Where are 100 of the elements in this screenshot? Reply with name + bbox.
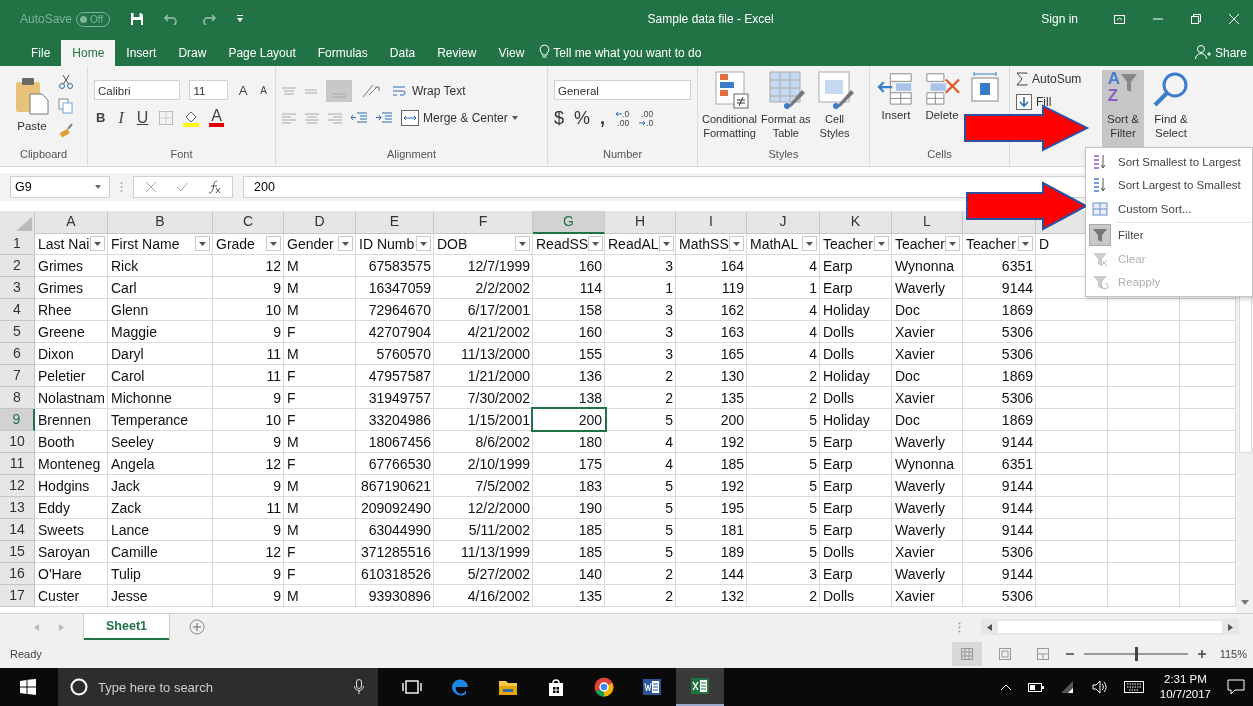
- notifications-icon[interactable]: [1227, 679, 1245, 695]
- underline-button[interactable]: U: [134, 108, 151, 127]
- restore-icon[interactable]: [1191, 14, 1201, 24]
- filter-dropdown-button[interactable]: [588, 236, 604, 251]
- column-header[interactable]: E: [356, 211, 434, 234]
- styles-button[interactable]: Cell Styles: [813, 70, 856, 148]
- comma-style-button[interactable]: ,: [600, 108, 606, 129]
- column-header[interactable]: H: [605, 211, 676, 234]
- battery-icon[interactable]: [1027, 682, 1044, 692]
- windows-start-icon[interactable]: [20, 679, 36, 695]
- row-header[interactable]: 1: [0, 233, 35, 255]
- filter-dropdown-button[interactable]: [802, 236, 817, 251]
- taskbar-search-field[interactable]: Type here to search: [58, 668, 378, 706]
- cut-icon[interactable]: [58, 74, 74, 90]
- ribbon-tab[interactable]: Review: [426, 40, 488, 66]
- taskbar-button[interactable]: [676, 668, 724, 706]
- orientation-icon[interactable]: [361, 83, 383, 99]
- scroll-down-icon[interactable]: [1241, 600, 1249, 605]
- save-icon[interactable]: [130, 12, 145, 26]
- column-header[interactable]: I: [676, 211, 747, 234]
- filter-dropdown-button[interactable]: [416, 236, 431, 251]
- zoom-level-text[interactable]: 115%: [1219, 648, 1247, 660]
- currency-button[interactable]: $: [554, 108, 564, 129]
- row-header[interactable]: 12: [0, 475, 35, 497]
- row-header[interactable]: 2: [0, 255, 35, 277]
- autosum-button[interactable]: AutoSum: [1016, 72, 1082, 86]
- column-header[interactable]: K: [820, 211, 892, 234]
- grow-font-button[interactable]: A: [236, 82, 250, 98]
- ribbon-tab[interactable]: View: [487, 40, 536, 66]
- format-cells-icon[interactable]: [968, 72, 1002, 102]
- insert-function-icon[interactable]: [208, 180, 222, 194]
- filter-dropdown-button[interactable]: [266, 236, 281, 251]
- percent-button[interactable]: %: [574, 108, 591, 129]
- filter-dropdown-button[interactable]: [874, 236, 889, 251]
- row-header[interactable]: 3: [0, 277, 35, 299]
- row-header[interactable]: 5: [0, 321, 35, 343]
- ribbon-tab[interactable]: Formulas: [306, 40, 379, 66]
- zoom-in-icon[interactable]: [1197, 650, 1206, 658]
- format-painter-icon[interactable]: [58, 122, 74, 138]
- name-box[interactable]: G9: [10, 176, 110, 198]
- scroll-right-icon[interactable]: [1228, 623, 1233, 631]
- row-header[interactable]: 11: [0, 453, 35, 475]
- row-header[interactable]: 14: [0, 519, 35, 541]
- filter-dropdown-button[interactable]: [945, 236, 960, 251]
- row-header[interactable]: 10: [0, 431, 35, 453]
- ribbon-tab[interactable]: Insert: [115, 40, 168, 66]
- filter-dropdown-button[interactable]: [658, 236, 674, 251]
- row-header[interactable]: 15: [0, 541, 35, 563]
- tell-me-field[interactable]: Tell me what you want to do: [553, 40, 702, 66]
- row-header[interactable]: 6: [0, 343, 35, 365]
- column-header[interactable]: L: [892, 211, 963, 234]
- row-header[interactable]: 8: [0, 387, 35, 409]
- filter-dropdown-button[interactable]: [338, 236, 353, 251]
- sign-in-link[interactable]: Sign in: [1041, 12, 1078, 26]
- filter-dropdown-button[interactable]: [729, 236, 744, 251]
- ribbon-display-icon[interactable]: [1114, 14, 1125, 24]
- zoom-slider-thumb[interactable]: [1134, 647, 1138, 661]
- column-header[interactable]: G: [533, 211, 605, 234]
- wifi-icon[interactable]: [1059, 680, 1076, 694]
- font-name-dropdown[interactable]: Calibri: [94, 80, 181, 100]
- font-size-dropdown[interactable]: 11: [189, 80, 228, 100]
- styles-button[interactable]: Format as Table: [760, 70, 812, 148]
- filter-dropdown-button[interactable]: [90, 236, 105, 251]
- shrink-font-button[interactable]: A: [258, 84, 269, 96]
- column-header[interactable]: C: [213, 211, 284, 234]
- column-header[interactable]: F: [434, 211, 533, 234]
- wrap-text-button[interactable]: Wrap Text: [392, 84, 466, 98]
- taskbar-date[interactable]: 10/7/2017: [1159, 687, 1211, 702]
- filter-dropdown-button[interactable]: [1018, 236, 1033, 251]
- show-hidden-icons-caret[interactable]: [999, 683, 1012, 691]
- cells-button[interactable]: Insert: [876, 70, 916, 148]
- row-header[interactable]: 13: [0, 497, 35, 519]
- menu-item[interactable]: Sort Largest to Smallest: [1086, 173, 1252, 197]
- ribbon-tab[interactable]: Draw: [167, 40, 218, 66]
- horizontal-scrollbar[interactable]: [981, 619, 1239, 635]
- increase-decimal-button[interactable]: .0 .00: [615, 109, 630, 128]
- decrease-decimal-button[interactable]: .00 .0: [639, 109, 654, 128]
- ribbon-tab[interactable]: Data: [378, 40, 427, 66]
- share-button[interactable]: Share: [1214, 40, 1253, 66]
- row-header[interactable]: 9: [0, 409, 35, 431]
- column-header[interactable]: D: [284, 211, 356, 234]
- font-color-button[interactable]: A: [209, 108, 224, 127]
- column-header[interactable]: A: [35, 211, 108, 234]
- decrease-indent-icon[interactable]: [351, 112, 367, 124]
- ribbon-tab[interactable]: Page Layout: [217, 40, 307, 66]
- speaker-icon[interactable]: [1091, 680, 1108, 694]
- increase-indent-icon[interactable]: [376, 112, 392, 124]
- row-header[interactable]: 16: [0, 563, 35, 585]
- scroll-left-icon[interactable]: [987, 623, 992, 631]
- sheet-tab[interactable]: Sheet1: [84, 614, 169, 640]
- row-header[interactable]: 4: [0, 299, 35, 321]
- italic-button[interactable]: I: [116, 108, 126, 127]
- taskbar-time[interactable]: 2:31 PM: [1164, 672, 1207, 687]
- redo-icon[interactable]: [200, 13, 217, 25]
- filter-dropdown-button[interactable]: [195, 236, 210, 251]
- menu-item[interactable]: Filter: [1086, 223, 1252, 247]
- column-header[interactable]: B: [108, 211, 213, 234]
- ribbon-tab[interactable]: File: [20, 40, 62, 66]
- merge-center-button[interactable]: Merge & Center: [401, 110, 518, 126]
- ribbon-tab[interactable]: Home: [61, 40, 116, 66]
